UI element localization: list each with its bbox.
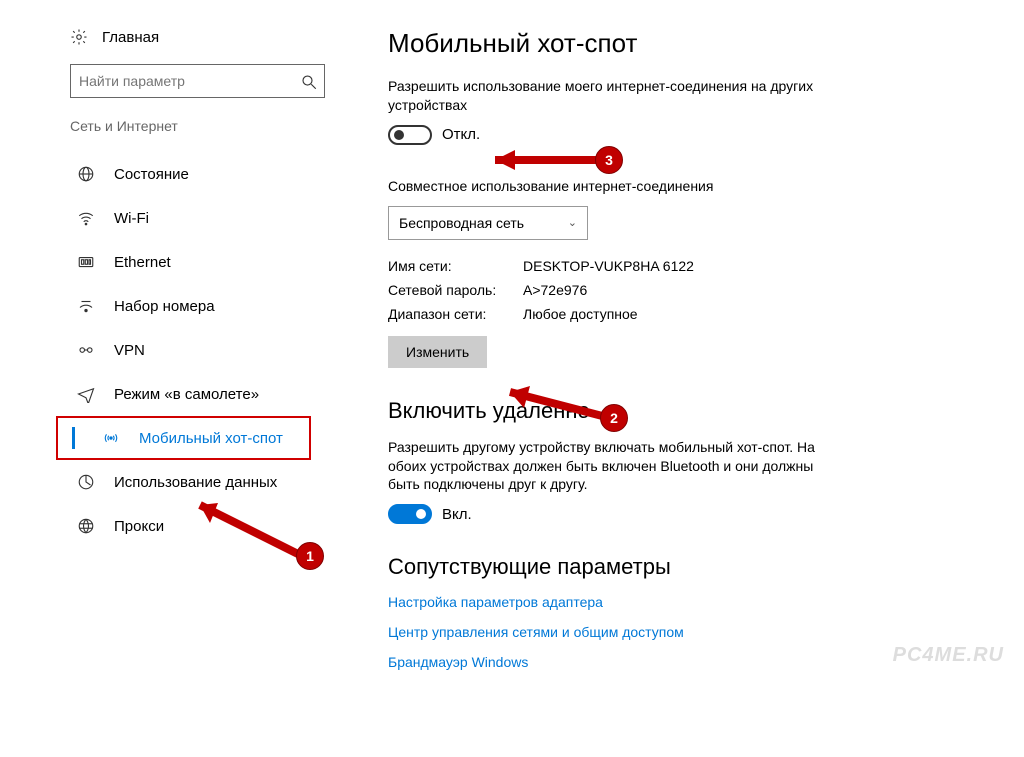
sidebar-item-label: Состояние xyxy=(114,166,189,183)
network-band-value: Любое доступное xyxy=(523,306,638,322)
watermark: PC4ME.RU xyxy=(893,644,1004,667)
network-name-key: Имя сети: xyxy=(388,258,523,274)
settings-sidebar: Главная Сеть и Интернет Состояние Wi-Fi xyxy=(0,28,340,684)
remote-title: Включить удаленно xyxy=(388,398,984,424)
edit-button[interactable]: Изменить xyxy=(388,336,487,368)
sidebar-item-proxy[interactable]: Прокси xyxy=(70,504,340,548)
search-icon xyxy=(300,73,316,89)
globe-icon xyxy=(76,164,96,184)
annotation-badge-1: 1 xyxy=(296,542,324,570)
sidebar-item-label: Ethernet xyxy=(114,254,171,271)
sidebar-item-label: VPN xyxy=(114,342,145,359)
remote-toggle-label: Вкл. xyxy=(442,506,472,523)
sidebar-item-dialup[interactable]: Набор номера xyxy=(70,284,340,328)
remote-description: Разрешить другому устройству включать мо… xyxy=(388,438,818,495)
link-network-center[interactable]: Центр управления сетями и общим доступом xyxy=(388,624,984,640)
annotation-badge-3: 3 xyxy=(595,146,623,174)
home-nav[interactable]: Главная xyxy=(70,28,340,46)
gear-icon xyxy=(70,28,88,46)
chevron-down-icon: ⌄ xyxy=(568,216,577,229)
share-description: Разрешить использование моего интернет-с… xyxy=(388,77,818,115)
connection-dropdown[interactable]: Беспроводная сеть ⌄ xyxy=(388,206,588,240)
network-password-key: Сетевой пароль: xyxy=(388,282,523,298)
sidebar-item-label: Wi-Fi xyxy=(114,210,149,227)
sidebar-item-datausage[interactable]: Использование данных xyxy=(70,460,340,504)
dialup-icon xyxy=(76,296,96,316)
sidebar-item-wifi[interactable]: Wi-Fi xyxy=(70,196,340,240)
sidebar-item-airplane[interactable]: Режим «в самолете» xyxy=(70,372,340,416)
remote-toggle[interactable] xyxy=(388,504,432,524)
home-label: Главная xyxy=(102,29,159,46)
hotspot-toggle[interactable] xyxy=(388,125,432,145)
page-title: Мобильный хот-спот xyxy=(388,28,984,59)
search-input[interactable] xyxy=(79,73,300,89)
sidebar-item-hotspot[interactable]: Мобильный хот-спот xyxy=(66,418,309,458)
sidebar-section-label: Сеть и Интернет xyxy=(70,118,340,134)
link-adapter-settings[interactable]: Настройка параметров адаптера xyxy=(388,594,984,610)
network-info: Имя сети: DESKTOP-VUKP8HA 6122 Сетевой п… xyxy=(388,258,984,322)
wifi-icon xyxy=(76,208,96,228)
dropdown-value: Беспроводная сеть xyxy=(399,215,524,231)
sidebar-item-hotspot-highlight: Мобильный хот-спот xyxy=(56,416,311,460)
proxy-icon xyxy=(76,516,96,536)
sidebar-item-label: Использование данных xyxy=(114,474,277,491)
ethernet-icon xyxy=(76,252,96,272)
sidebar-item-status[interactable]: Состояние xyxy=(70,152,340,196)
network-name-value: DESKTOP-VUKP8HA 6122 xyxy=(523,258,694,274)
sidebar-item-vpn[interactable]: VPN xyxy=(70,328,340,372)
hotspot-toggle-label: Откл. xyxy=(442,126,480,143)
data-usage-icon xyxy=(76,472,96,492)
airplane-icon xyxy=(76,384,96,404)
share-from-label: Совместное использование интернет-соедин… xyxy=(388,177,818,196)
sidebar-item-label: Прокси xyxy=(114,518,164,535)
sidebar-item-label: Набор номера xyxy=(114,298,215,315)
sidebar-item-label: Мобильный хот-спот xyxy=(139,430,283,447)
search-input-container[interactable] xyxy=(70,64,325,98)
vpn-icon xyxy=(76,340,96,360)
sidebar-item-label: Режим «в самолете» xyxy=(114,386,259,403)
related-title: Сопутствующие параметры xyxy=(388,554,984,580)
settings-main: Мобильный хот-спот Разрешить использован… xyxy=(340,28,1024,684)
hotspot-icon xyxy=(101,428,121,448)
network-band-key: Диапазон сети: xyxy=(388,306,523,322)
sidebar-item-ethernet[interactable]: Ethernet xyxy=(70,240,340,284)
annotation-badge-2: 2 xyxy=(600,404,628,432)
selection-indicator xyxy=(72,427,75,449)
network-password-value: A>72e976 xyxy=(523,282,587,298)
